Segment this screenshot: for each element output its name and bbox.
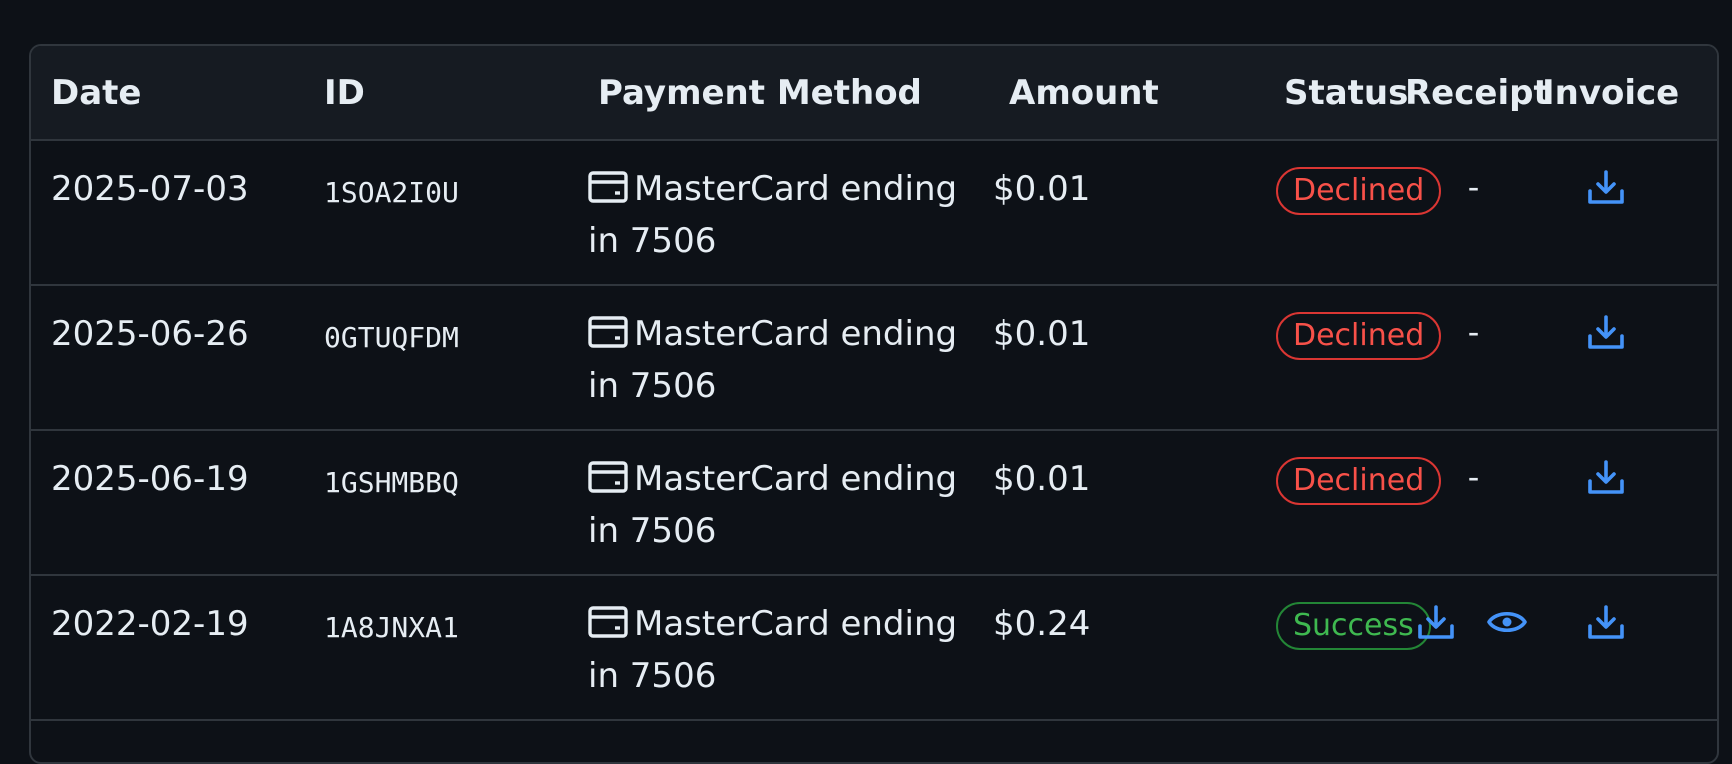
date-cell: 2022-02-19 <box>31 575 304 721</box>
id-cell: 1A8JNXA1 <box>304 575 578 721</box>
receipt-cell <box>1405 575 1542 721</box>
receipt-cell: - <box>1405 285 1542 431</box>
receipt-empty: - <box>1467 313 1480 351</box>
date-cell: 2025-06-19 <box>31 430 304 576</box>
amount-cell: $0.01 <box>989 430 1264 576</box>
credit-card-icon <box>588 461 628 493</box>
payment-method-cell: MasterCard ending in 7506 <box>578 140 989 286</box>
column-header-invoice: Invoice <box>1542 46 1717 141</box>
billing-history-panel: Date ID Payment Method Amount Status Rec… <box>29 44 1719 764</box>
date-cell: 2025-06-26 <box>31 285 304 431</box>
column-header-payment-method: Payment Method <box>578 46 989 141</box>
invoice-cell <box>1542 430 1717 576</box>
invoice-download-icon[interactable] <box>1587 604 1625 640</box>
amount-cell: $0.01 <box>989 285 1264 431</box>
invoice-cell <box>1542 140 1717 286</box>
date-cell: 2025-07-03 <box>31 140 304 286</box>
credit-card-icon <box>588 316 628 348</box>
id-cell: 1SOA2I0U <box>304 140 578 286</box>
receipt-view-icon[interactable] <box>1487 607 1527 637</box>
payment-method-label: MasterCard ending in 7506 <box>588 459 958 551</box>
payment-method-cell: MasterCard ending in 7506 <box>578 430 989 576</box>
receipt-cell: - <box>1405 140 1542 286</box>
invoice-cell <box>1542 285 1717 431</box>
column-header-id: ID <box>304 46 578 141</box>
column-header-amount: Amount <box>989 46 1264 141</box>
status-cell: Declined <box>1264 285 1442 431</box>
status-badge: Success <box>1276 602 1431 650</box>
receipt-empty: - <box>1467 168 1480 206</box>
column-header-receipt: Receipt <box>1405 46 1550 141</box>
payment-method-label: MasterCard ending in 7506 <box>588 314 958 406</box>
column-header-status: Status <box>1264 46 1408 141</box>
status-cell: Success <box>1264 575 1431 721</box>
table-row: 2025-06-26 0GTUQFDM MasterCard ending in 7… <box>31 285 1717 431</box>
invoice-download-icon[interactable] <box>1587 459 1625 495</box>
amount-cell: $0.24 <box>989 575 1264 721</box>
payment-method-cell: MasterCard ending in 7506 <box>578 575 989 721</box>
status-cell: Declined <box>1264 140 1442 286</box>
table-row: 2025-07-03 1SOA2I0U MasterCard ending in 7… <box>31 140 1717 286</box>
receipt-download-icon[interactable] <box>1417 604 1455 640</box>
credit-card-icon <box>588 606 628 638</box>
id-cell: 1GSHMBBQ <box>304 430 578 576</box>
invoice-cell <box>1542 575 1717 721</box>
table-body: 2025-07-03 1SOA2I0U MasterCard ending in 7… <box>31 140 1717 721</box>
invoice-download-icon[interactable] <box>1587 169 1625 205</box>
receipt-cell: - <box>1405 430 1542 576</box>
status-cell: Declined <box>1264 430 1442 576</box>
credit-card-icon <box>588 171 628 203</box>
table-row: 2025-06-19 1GSHMBBQ MasterCard ending in 7… <box>31 430 1717 576</box>
payment-method-label: MasterCard ending in 7506 <box>588 604 958 696</box>
payment-method-cell: MasterCard ending in 7506 <box>578 285 989 431</box>
id-cell: 0GTUQFDM <box>304 285 578 431</box>
table-row: 2022-02-19 1A8JNXA1 MasterCard ending in 7… <box>31 575 1717 721</box>
invoice-download-icon[interactable] <box>1587 314 1625 350</box>
billing-history-table: Date ID Payment Method Amount Status Rec… <box>31 46 1717 721</box>
payment-method-label: MasterCard ending in 7506 <box>588 169 958 261</box>
column-header-date: Date <box>31 46 304 141</box>
table-header-row: Date ID Payment Method Amount Status Rec… <box>31 46 1717 141</box>
amount-cell: $0.01 <box>989 140 1264 286</box>
receipt-empty: - <box>1467 458 1480 496</box>
